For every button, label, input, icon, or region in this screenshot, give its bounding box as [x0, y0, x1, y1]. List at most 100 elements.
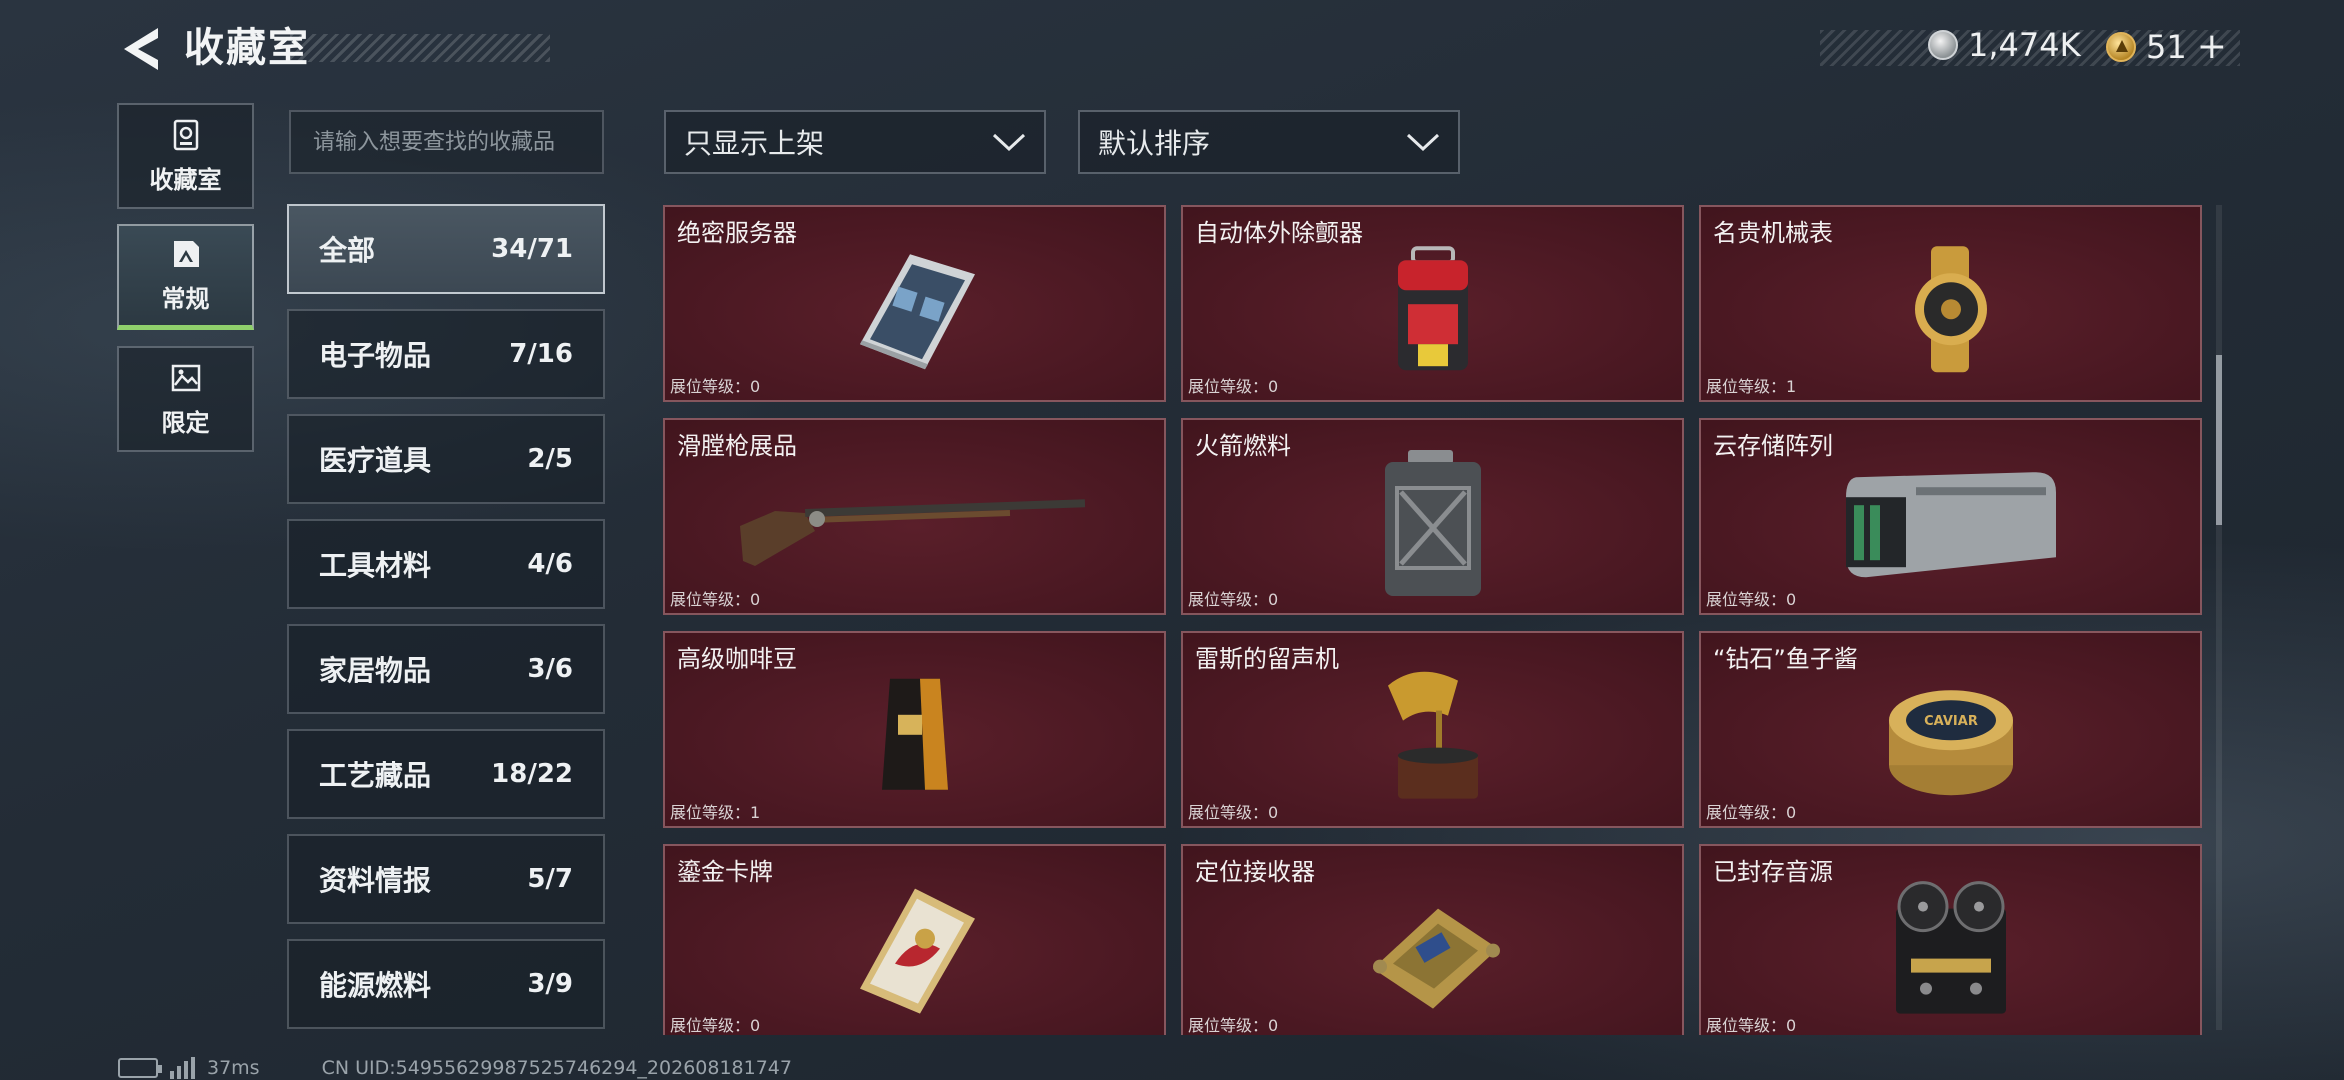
- scroll-thumb[interactable]: [2216, 355, 2222, 525]
- back-button[interactable]: [118, 24, 162, 74]
- reel-recorder-icon: [1895, 880, 2006, 1014]
- item-card[interactable]: 雷斯的留声机 展位等级：0: [1181, 631, 1684, 828]
- booth-level: 展位等级：0: [670, 1016, 761, 1035]
- dropdown-value: 默认排序: [1098, 127, 1211, 160]
- item-card[interactable]: 绝密服务器 展位等级：0: [663, 205, 1166, 402]
- back-arrow-icon: [124, 28, 158, 70]
- item-name: 定位接收器: [1195, 858, 1315, 886]
- category-name: 医疗道具: [319, 444, 432, 477]
- booth-level: 展位等级：0: [1706, 590, 1797, 609]
- ping-value: 37ms: [207, 1057, 260, 1079]
- jerrycan-icon: [1384, 449, 1481, 596]
- side-tab-collection-room[interactable]: 收藏室: [117, 103, 254, 209]
- side-tab-regular[interactable]: 常规: [117, 224, 254, 330]
- coffee-bag-icon: [881, 678, 948, 790]
- gps-receiver-icon: [1372, 908, 1500, 1009]
- item-card[interactable]: “钻石”鱼子酱 CAVIAR 展位等级：0: [1699, 631, 2202, 828]
- framed-picture-icon: [173, 241, 199, 267]
- gold-coin-icon: [2106, 31, 2136, 62]
- item-card[interactable]: 自动体外除颤器 展位等级：0: [1181, 205, 1684, 402]
- status-footer: 37ms CN UID:549556299875257462​94_202608…: [118, 1056, 792, 1080]
- display-filter-dropdown[interactable]: 只显示上架: [664, 110, 1046, 174]
- display-case-icon: [173, 119, 198, 150]
- gilded-card-icon: [859, 888, 975, 1014]
- item-card[interactable]: 定位接收器 展位等级：0: [1181, 844, 1684, 1035]
- booth-level: 展位等级：0: [1188, 1016, 1279, 1035]
- battery-icon: [118, 1058, 162, 1078]
- booth-level: 展位等级：0: [670, 377, 761, 396]
- category-electronics[interactable]: 电子物品 7/16: [287, 309, 605, 399]
- category-household[interactable]: 家居物品 3/6: [287, 624, 605, 714]
- item-name: 自动体外除颤器: [1195, 219, 1363, 247]
- category-intel[interactable]: 资料情报 5/7: [287, 834, 605, 924]
- category-count: 5/7: [527, 864, 573, 894]
- booth-level: 展位等级：0: [1706, 1016, 1797, 1035]
- category-name: 能源燃料: [319, 969, 432, 1002]
- category-name: 全部: [319, 234, 376, 267]
- item-name: “钻石”鱼子酱: [1713, 645, 1858, 673]
- gramophone-icon: [1387, 671, 1478, 799]
- side-tab-label: 常规: [161, 285, 210, 313]
- search-field[interactable]: [289, 110, 604, 174]
- category-fuel[interactable]: 能源燃料 3/9: [287, 939, 605, 1029]
- item-name: 雷斯的留声机: [1195, 645, 1339, 673]
- category-crafts[interactable]: 工艺藏品 18/22: [287, 729, 605, 819]
- caviar-label: CAVIAR: [1924, 714, 1978, 729]
- category-name: 电子物品: [319, 339, 432, 372]
- collection-grid: 绝密服务器 展位等级：0 自动体外除颤器 展位等级：0 名贵机械表 展位等级：1…: [663, 205, 2203, 1035]
- category-name: 家居物品: [319, 654, 432, 687]
- category-count: 4/6: [527, 549, 573, 579]
- sort-dropdown[interactable]: 默认排序: [1078, 110, 1460, 174]
- booth-level: 展位等级：1: [1706, 377, 1797, 396]
- category-count: 3/9: [527, 969, 573, 999]
- item-name: 高级咖啡豆: [677, 645, 797, 673]
- gold-currency[interactable]: 51 +: [2106, 26, 2227, 67]
- landscape-picture-icon: [171, 364, 200, 391]
- item-card[interactable]: 滑膛枪展品 展位等级：0: [663, 418, 1166, 615]
- chevron-down-icon: [1406, 133, 1440, 152]
- musket-icon: [739, 498, 1085, 566]
- item-card[interactable]: 名贵机械表 展位等级：1: [1699, 205, 2202, 402]
- server-icon: [859, 253, 975, 369]
- category-count: 7/16: [509, 339, 573, 369]
- item-card[interactable]: 云存储阵列 展位等级：0: [1699, 418, 2202, 615]
- category-count: 3/6: [527, 654, 573, 684]
- booth-level: 展位等级：1: [670, 803, 761, 822]
- category-tools[interactable]: 工具材料 4/6: [287, 519, 605, 609]
- grid-scrollbar[interactable]: [2216, 205, 2222, 1030]
- category-count: 34/71: [491, 234, 573, 264]
- signal-icon: [170, 1057, 195, 1079]
- category-name: 资料情报: [319, 864, 432, 897]
- dropdown-value: 只显示上架: [684, 127, 825, 160]
- item-name: 鎏金卡牌: [677, 858, 773, 886]
- item-card[interactable]: 鎏金卡牌 展位等级：0: [663, 844, 1166, 1035]
- gold-amount: 51: [2146, 27, 2187, 66]
- defibrillator-icon: [1397, 245, 1468, 370]
- category-name: 工具材料: [319, 549, 432, 582]
- item-card[interactable]: 高级咖啡豆 展位等级：1: [663, 631, 1166, 828]
- uid-text: CN UID:549556299875257462​94_20260818174…: [321, 1057, 792, 1079]
- category-count: 18/22: [491, 759, 573, 789]
- item-name: 云存储阵列: [1713, 432, 1833, 460]
- item-card[interactable]: 火箭燃料 展位等级：0: [1181, 418, 1684, 615]
- category-all[interactable]: 全部 34/71: [287, 204, 605, 294]
- caviar-tin-icon: CAVIAR: [1888, 689, 2013, 795]
- item-name: 已封存音源: [1713, 858, 1833, 886]
- category-medical[interactable]: 医疗道具 2/5: [287, 414, 605, 504]
- side-tab-label: 收藏室: [149, 165, 222, 194]
- silver-currency: 1,474K: [1928, 26, 2081, 64]
- booth-level: 展位等级：0: [670, 590, 761, 609]
- add-currency-button[interactable]: +: [2197, 26, 2227, 67]
- booth-level: 展位等级：0: [1188, 803, 1279, 822]
- booth-level: 展位等级：0: [1188, 377, 1279, 396]
- side-tab-limited[interactable]: 限定: [117, 346, 254, 452]
- search-input[interactable]: [313, 129, 580, 155]
- item-name: 绝密服务器: [677, 219, 797, 247]
- item-name: 名贵机械表: [1713, 219, 1833, 247]
- category-count: 2/5: [527, 444, 573, 474]
- category-name: 工艺藏品: [319, 759, 432, 792]
- top-bar: 收藏室 1,474K 51 +: [0, 0, 2344, 100]
- chevron-down-icon: [992, 133, 1026, 152]
- item-card[interactable]: 已封存音源 展位等级：0: [1699, 844, 2202, 1035]
- storage-array-icon: [1845, 471, 2056, 577]
